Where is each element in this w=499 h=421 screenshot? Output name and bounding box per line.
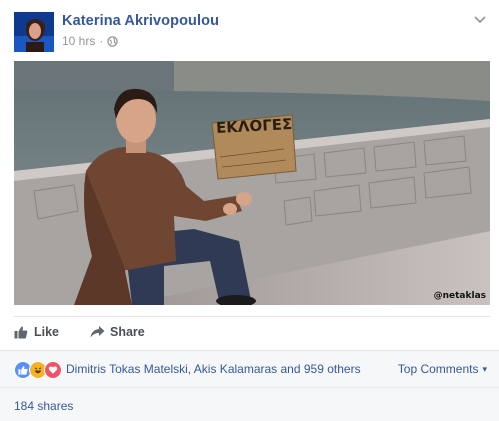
meta-separator: · <box>99 34 104 48</box>
thumbs-up-icon <box>14 325 28 339</box>
photo-watermark: @netaklas <box>433 291 486 301</box>
share-button[interactable]: Share <box>90 325 145 339</box>
globe-icon[interactable] <box>107 35 119 47</box>
reaction-names-link[interactable]: Dimitris Tokas Matelski, Akis Kalamaras … <box>66 362 361 376</box>
post-photo[interactable]: ΕΚΛΟΓΕΣ @netaklas <box>14 61 490 305</box>
post-actions-bar: Like Share <box>14 316 490 349</box>
dropdown-arrow-icon: ▾ <box>482 363 487 374</box>
reaction-icons[interactable] <box>14 361 62 379</box>
shares-count-link[interactable]: 184 shares <box>14 399 73 413</box>
reactions-bar: Dimitris Tokas Matelski, Akis Kalamaras … <box>0 350 499 387</box>
like-label: Like <box>34 325 60 339</box>
share-label: Share <box>110 325 145 339</box>
post-meta: 10 hrs · <box>62 34 119 48</box>
post-time[interactable]: 10 hrs <box>62 34 95 48</box>
author-avatar[interactable] <box>14 12 54 52</box>
top-comments-label: Top Comments <box>397 362 479 376</box>
post-options-chevron-icon[interactable] <box>473 12 487 24</box>
facebook-post: Katerina Akrivopoulou 10 hrs · ΕΚΛΟΓΕΣ @… <box>0 0 499 421</box>
shares-row: 184 shares <box>0 387 499 421</box>
like-button[interactable]: Like <box>14 325 59 339</box>
author-name[interactable]: Katerina Akrivopoulou <box>62 13 219 29</box>
share-arrow-icon <box>90 325 105 339</box>
top-comments-dropdown[interactable]: Top Comments ▾ <box>398 362 487 376</box>
love-reaction-icon <box>44 361 62 379</box>
